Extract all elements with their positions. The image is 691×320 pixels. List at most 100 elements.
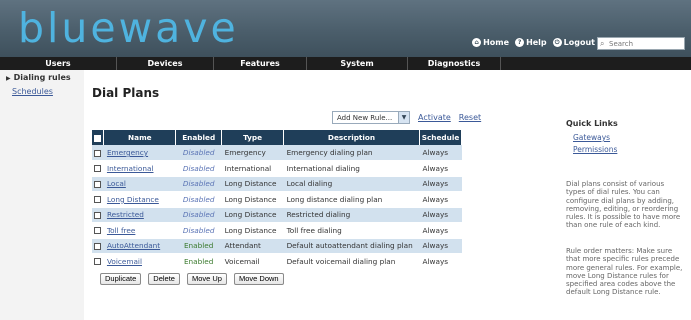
- header-name[interactable]: Name: [103, 130, 177, 145]
- enabled-cell: Disabled: [175, 176, 222, 192]
- schedule-cell: Always: [419, 207, 462, 223]
- main-nav: Users Devices Features System Diagnostic…: [0, 57, 691, 70]
- name-cell: AutoAttendant: [103, 238, 176, 254]
- rule-name-link[interactable]: Toll free: [107, 226, 135, 235]
- name-cell: Local: [103, 176, 176, 192]
- type-cell: Attendant: [221, 238, 284, 254]
- rule-name-link[interactable]: AutoAttendant: [107, 241, 160, 250]
- dial-plans-table-wrapper: Name Enabled Type Description Schedule E…: [92, 130, 462, 270]
- row-checkbox[interactable]: [94, 196, 102, 204]
- enabled-cell: Disabled: [175, 207, 222, 223]
- type-cell: Long Distance: [221, 191, 284, 208]
- schedule-cell: Always: [419, 222, 462, 239]
- rule-name-link[interactable]: Voicemail: [107, 257, 142, 266]
- home-label: Home: [483, 38, 510, 47]
- table-row[interactable]: Restricted Disabled Long Distance Restricte…: [92, 207, 462, 223]
- row-checkbox[interactable]: [94, 258, 102, 266]
- row-checkbox[interactable]: [94, 180, 102, 188]
- reset-link[interactable]: Reset: [459, 113, 481, 122]
- gateways-link[interactable]: Gateways: [573, 133, 610, 142]
- table-row[interactable]: Local Disabled Long Distance Local dialing A…: [92, 176, 462, 192]
- quick-links-title: Quick Links: [566, 119, 618, 128]
- select-all-checkbox[interactable]: [94, 134, 102, 142]
- permissions-link[interactable]: Permissions: [573, 145, 617, 154]
- rule-name-link[interactable]: International: [107, 164, 154, 173]
- row-select-cell: [92, 207, 104, 223]
- help-text-dial-plans: Dial plans consist of various types of d…: [566, 180, 681, 230]
- logout-link[interactable]: ⏻ Logout: [552, 38, 595, 47]
- row-checkbox[interactable]: [94, 149, 102, 157]
- move-down-button[interactable]: Move Down: [233, 273, 284, 285]
- name-cell: Long Distance: [103, 191, 176, 208]
- header-description[interactable]: Description: [283, 130, 420, 145]
- help-text-rule-order: Rule order matters: Make sure that more …: [566, 247, 683, 297]
- home-link[interactable]: ⌂ Home: [472, 38, 509, 47]
- row-checkbox[interactable]: [94, 165, 102, 173]
- type-cell: Voicemail: [221, 253, 284, 270]
- duplicate-button[interactable]: Duplicate: [100, 273, 142, 285]
- help-link[interactable]: ? Help: [515, 38, 547, 47]
- move-up-button[interactable]: Move Up: [186, 273, 227, 285]
- table-row[interactable]: Emergency Disabled Emergency Emergency dial…: [92, 145, 462, 161]
- arrow-right-icon: ▶: [6, 75, 11, 82]
- add-new-rule-select[interactable]: Add New Rule... ▼: [332, 111, 410, 124]
- chevron-down-icon: ▼: [398, 112, 409, 123]
- search-input[interactable]: [609, 39, 683, 48]
- nav-users[interactable]: Users: [0, 57, 116, 70]
- table-row[interactable]: International Disabled International Intern…: [92, 160, 462, 177]
- nav-divider: [500, 57, 501, 70]
- nav-features[interactable]: Features: [214, 57, 306, 70]
- nav-system[interactable]: System: [307, 57, 407, 70]
- row-select-cell: [92, 191, 104, 208]
- delete-button[interactable]: Delete: [148, 273, 180, 285]
- description-cell: International dialing: [283, 160, 420, 177]
- type-cell: Long Distance: [221, 222, 284, 239]
- row-checkbox[interactable]: [94, 211, 102, 219]
- enabled-cell: Disabled: [175, 145, 222, 161]
- enabled-cell: Enabled: [175, 253, 222, 270]
- rule-name-link[interactable]: Restricted: [107, 210, 144, 219]
- type-cell: Long Distance: [221, 176, 284, 192]
- table-body: Emergency Disabled Emergency Emergency dial…: [92, 145, 462, 270]
- schedule-cell: Always: [419, 176, 462, 192]
- header-enabled[interactable]: Enabled: [175, 130, 223, 145]
- help-label: Help: [526, 38, 547, 47]
- logout-icon: ⏻: [552, 38, 562, 47]
- rule-name-link[interactable]: Local: [107, 179, 126, 188]
- description-cell: Local dialing: [283, 176, 420, 192]
- activate-link[interactable]: Activate: [418, 113, 451, 122]
- schedule-cell: Always: [419, 160, 462, 177]
- row-checkbox[interactable]: [94, 242, 102, 250]
- enabled-cell: Disabled: [175, 191, 222, 208]
- type-cell: Long Distance: [221, 207, 284, 223]
- schedule-cell: Always: [419, 238, 462, 254]
- nav-devices[interactable]: Devices: [117, 57, 213, 70]
- sidebar-item-label: Dialing rules: [13, 73, 71, 82]
- home-icon: ⌂: [472, 38, 482, 47]
- row-checkbox[interactable]: [94, 227, 102, 235]
- search-box[interactable]: ⌕: [597, 37, 685, 50]
- table-row[interactable]: Voicemail Enabled Voicemail Default voicema…: [92, 253, 462, 270]
- bluewave-logo[interactable]: bluewave: [18, 4, 239, 52]
- row-select-cell: [92, 238, 104, 254]
- select-value: Add New Rule...: [337, 113, 393, 122]
- schedule-cell: Always: [419, 191, 462, 208]
- table-row[interactable]: AutoAttendant Enabled Attendant Default aut…: [92, 238, 462, 254]
- page-title: Dial Plans: [92, 86, 160, 100]
- logout-label: Logout: [563, 38, 595, 47]
- row-select-cell: [92, 176, 104, 192]
- row-select-cell: [92, 160, 104, 177]
- header-schedule[interactable]: Schedule: [419, 130, 462, 145]
- description-cell: Long distance dialing plan: [283, 191, 420, 208]
- table-row[interactable]: Toll free Disabled Long Distance Toll free …: [92, 222, 462, 239]
- rule-name-link[interactable]: Long Distance: [107, 195, 159, 204]
- sidebar-item-schedules[interactable]: Schedules: [12, 87, 53, 96]
- rule-name-link[interactable]: Emergency: [107, 148, 148, 157]
- description-cell: Default autoattendant dialing plan: [283, 238, 420, 254]
- table-row[interactable]: Long Distance Disabled Long Distance Long d…: [92, 191, 462, 208]
- nav-diagnostics[interactable]: Diagnostics: [408, 57, 500, 70]
- header-type[interactable]: Type: [221, 130, 285, 145]
- name-cell: Voicemail: [103, 253, 176, 270]
- sidebar-item-dialing-rules[interactable]: ▶ Dialing rules: [6, 73, 71, 82]
- description-cell: Toll free dialing: [283, 222, 420, 239]
